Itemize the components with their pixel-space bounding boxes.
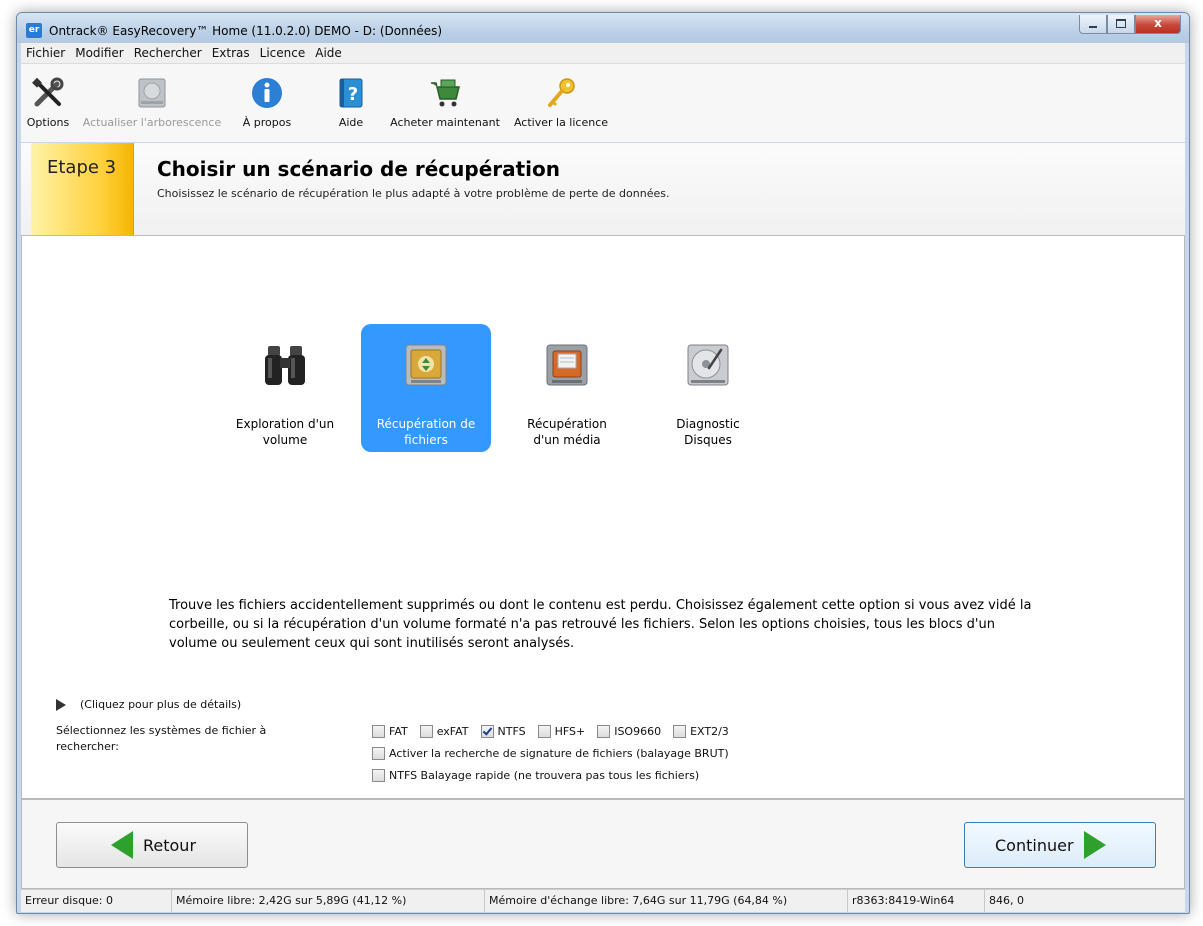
title-bar[interactable]: er Ontrack® EasyRecovery™ Home (11.0.2.0… xyxy=(17,13,1189,43)
help-book-icon: ? xyxy=(339,78,363,108)
file-recovery-icon xyxy=(405,344,447,386)
back-button[interactable]: Retour xyxy=(56,822,248,868)
app-window: er Ontrack® EasyRecovery™ Home (11.0.2.0… xyxy=(16,12,1190,914)
fs-iso9660-option[interactable]: ISO9660 xyxy=(597,725,661,738)
back-label: Retour xyxy=(143,835,197,855)
window-controls: x xyxy=(1079,15,1181,34)
info-icon xyxy=(252,78,282,108)
app-logo-icon: er xyxy=(26,23,42,38)
scenario-label: Récupération de fichiers xyxy=(376,417,476,447)
media-recovery-icon xyxy=(546,344,588,386)
menu-extras[interactable]: Extras xyxy=(207,43,255,63)
hard-disk-icon xyxy=(687,344,729,386)
status-disk-error: Erreur disque: 0 xyxy=(21,890,172,912)
scenario-label: Exploration d'un volume xyxy=(235,417,335,447)
about-label: À propos xyxy=(242,116,292,129)
details-toggle[interactable]: (Cliquez pour plus de détails) xyxy=(56,698,241,711)
page-subtitle: Choisissez le scénario de récupération l… xyxy=(157,187,670,200)
scenario-panel: Exploration d'un volume Récupération de fi… xyxy=(21,235,1185,799)
minimize-button[interactable] xyxy=(1079,15,1107,34)
tools-icon xyxy=(32,77,64,107)
menu-fichier[interactable]: Fichier xyxy=(21,43,70,63)
fs-exfat-checkbox[interactable] xyxy=(419,725,433,738)
expand-triangle-icon xyxy=(56,699,66,711)
fs-exfat-option[interactable]: exFAT xyxy=(419,725,469,738)
binoculars-icon xyxy=(265,346,305,385)
toolbar: Options Actualiser l'arborescence À prop… xyxy=(21,64,1185,142)
details-toggle-label: (Cliquez pour plus de détails) xyxy=(80,698,242,711)
ntfs-quick-scan-option[interactable]: NTFS Balayage rapide (ne trouvera pas to… xyxy=(372,769,699,782)
key-icon xyxy=(548,78,575,107)
step-badge: Etape 3 xyxy=(31,143,134,235)
fs-hfs-option[interactable]: HFS+ xyxy=(537,725,585,738)
scenario-disk-diagnostic[interactable]: Diagnostic Disques xyxy=(643,324,773,452)
raw-scan-option[interactable]: Activer la recherche de signature de fic… xyxy=(372,747,729,760)
fs-hfs-checkbox[interactable] xyxy=(537,725,551,738)
fs-ext23-option[interactable]: EXT2/3 xyxy=(673,725,729,738)
status-build: r8363:8419-Win64 xyxy=(848,890,985,912)
fs-ntfs-checkbox[interactable] xyxy=(480,725,494,738)
menu-rechercher[interactable]: Rechercher xyxy=(129,43,207,63)
help-button[interactable]: ? Aide xyxy=(331,76,371,129)
disk-refresh-icon xyxy=(138,78,166,108)
ntfs-quick-scan-checkbox[interactable] xyxy=(372,769,385,782)
close-button[interactable]: x xyxy=(1135,15,1181,34)
status-free-memory: Mémoire libre: 2,42G sur 5,89G (41,12 %) xyxy=(172,890,485,912)
fs-fat-checkbox[interactable] xyxy=(372,725,385,738)
menu-bar: Fichier Modifier Rechercher Extras Licen… xyxy=(21,43,1185,64)
activate-license-label: Activer la licence xyxy=(513,116,609,129)
help-label: Aide xyxy=(338,116,364,129)
menu-licence[interactable]: Licence xyxy=(255,43,311,63)
minimize-icon xyxy=(1089,26,1097,28)
navigation-panel: Retour Continuer xyxy=(21,799,1185,889)
fs-ext23-checkbox[interactable] xyxy=(673,725,687,738)
svg-text:?: ? xyxy=(348,84,358,105)
options-label: Options xyxy=(26,116,70,129)
scenario-description: Trouve les fichiers accidentellement sup… xyxy=(169,598,1032,651)
arrow-right-icon xyxy=(1083,831,1106,859)
menu-modifier[interactable]: Modifier xyxy=(70,43,129,63)
buy-now-button[interactable]: Acheter maintenant xyxy=(385,76,505,129)
continue-button[interactable]: Continuer xyxy=(964,822,1156,868)
status-free-swap: Mémoire d'échange libre: 7,64G sur 11,79… xyxy=(485,890,848,912)
scenario-file-recovery[interactable]: Récupération de fichiers xyxy=(361,324,491,452)
maximize-icon xyxy=(1116,19,1126,28)
arrow-left-icon xyxy=(111,831,133,859)
fs-fat-option[interactable]: FAT xyxy=(372,725,408,738)
scenario-label: Diagnostic Disques xyxy=(676,417,740,447)
about-button[interactable]: À propos xyxy=(237,76,297,129)
step-number: Etape 3 xyxy=(47,157,117,178)
fs-ntfs-option[interactable]: NTFS xyxy=(480,725,526,738)
menu-aide[interactable]: Aide xyxy=(310,43,347,63)
step-header: Etape 3 Choisir un scénario de récupérat… xyxy=(21,143,1185,236)
close-icon: x xyxy=(1154,16,1162,30)
fs-iso9660-checkbox[interactable] xyxy=(597,725,611,738)
continue-label: Continuer xyxy=(995,835,1074,855)
options-button[interactable]: Options xyxy=(23,76,73,129)
refresh-tree-label: Actualiser l'arborescence xyxy=(82,116,222,129)
buy-now-label: Acheter maintenant xyxy=(390,116,500,129)
window-title: Ontrack® EasyRecovery™ Home (11.0.2.0) D… xyxy=(49,24,443,38)
raw-scan-checkbox[interactable] xyxy=(372,747,385,760)
scenario-media-recovery[interactable]: Récupération d'un média xyxy=(502,324,632,452)
scenario-volume-exploration[interactable]: Exploration d'un volume xyxy=(220,324,350,452)
status-bar: Erreur disque: 0 Mémoire libre: 2,42G su… xyxy=(21,889,1185,912)
shopping-cart-icon xyxy=(431,79,460,107)
scenario-label: Récupération d'un média xyxy=(527,417,607,447)
filesystems-label: Sélectionnez les systèmes de fichier à r… xyxy=(56,724,267,753)
filesystem-options: FAT exFAT NTFS HFS+ ISO9660 EXT2/3 xyxy=(372,725,741,738)
status-coords: 846, 0 xyxy=(989,894,1024,907)
refresh-tree-button[interactable]: Actualiser l'arborescence xyxy=(77,76,227,129)
page-title: Choisir un scénario de récupération xyxy=(157,157,561,181)
activate-license-button[interactable]: Activer la licence xyxy=(509,76,613,129)
maximize-button[interactable] xyxy=(1107,15,1135,34)
